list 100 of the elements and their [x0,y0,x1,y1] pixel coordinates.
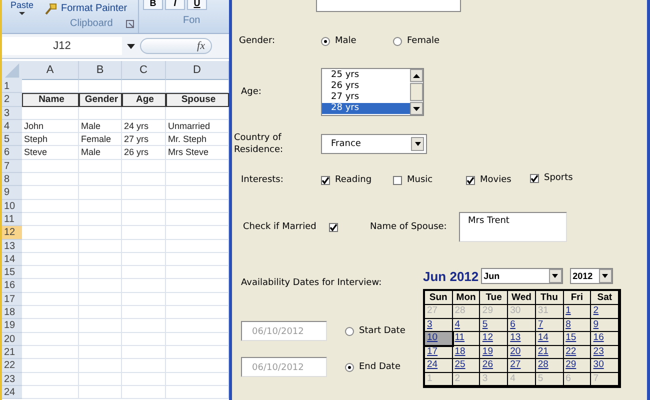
row-header[interactable]: 15 [2,266,22,280]
column-header[interactable]: C [122,61,166,80]
list-item[interactable]: 26 yrs [322,81,410,92]
paste-button[interactable]: Paste [10,0,34,11]
checkbox[interactable] [530,174,539,182]
calendar-day[interactable]: 8 [564,318,592,332]
scrollbar[interactable] [410,69,423,115]
table-cell: 26 yrs [122,146,166,160]
calendar-day[interactable]: 27 [508,359,536,372]
month-dropdown[interactable]: Jun [480,268,563,284]
caret-icon [601,273,610,279]
column-header[interactable]: A [22,61,79,80]
checkbox[interactable] [321,176,330,184]
row-header[interactable]: 4 [2,120,22,134]
radio-button[interactable] [321,36,330,46]
calendar-day[interactable]: 26 [480,359,508,372]
header-cell: Gender [79,93,122,107]
checkbox[interactable] [466,176,475,184]
text-field[interactable] [316,0,461,12]
calendar-day[interactable]: 19 [480,346,508,359]
calendar-day[interactable]: 13 [508,332,536,346]
calendar-day[interactable]: 1 [564,305,592,318]
calendar-day[interactable]: 21 [536,346,564,359]
year-dropdown[interactable]: 2012 [570,268,613,284]
table-cell: Mrs Steve [166,146,229,160]
table-cell: Male [79,120,122,134]
radio-label: End Date [359,362,400,372]
calendar-day[interactable]: 25 [452,359,480,372]
calendar-day[interactable]: 28 [536,359,564,372]
row-header[interactable]: 20 [2,332,22,346]
row-header[interactable]: 18 [2,306,22,320]
spouse-field[interactable]: Mrs Trent [459,212,567,242]
row-header[interactable]: 13 [2,240,22,253]
column-header[interactable]: B [79,61,122,80]
row-header[interactable]: 7 [2,160,22,174]
row-header[interactable]: 10 [2,200,22,213]
row-header[interactable]: 2 [2,93,22,107]
calendar-day[interactable]: 16 [591,332,619,346]
calendar-day[interactable]: 29 [564,359,592,372]
row-header[interactable]: 14 [2,252,22,266]
bold-button[interactable]: B [143,0,163,10]
calendar-day[interactable]: 24 [425,359,453,372]
calendar-day[interactable]: 9 [591,318,619,332]
calendar-day[interactable]: 20 [508,346,536,359]
dialog-launcher-icon [126,20,134,28]
calendar-day[interactable]: 5 [480,318,508,332]
name-box[interactable]: J12 [2,37,122,55]
row-header[interactable]: 11 [2,212,22,226]
function-button[interactable]: fx [140,38,212,54]
caret-icon [126,42,136,50]
row-header[interactable]: 17 [2,292,22,306]
list-item[interactable]: 28 yrs [322,103,410,114]
row-header[interactable]: 23 [2,372,22,386]
row-header[interactable]: 16 [2,279,22,293]
calendar-day[interactable]: 30 [591,359,619,372]
radio-label: Female [407,36,440,46]
column-header[interactable]: D [166,61,229,80]
row-header[interactable]: 22 [2,359,22,373]
row-header[interactable]: 24 [2,386,22,400]
row-header[interactable]: 19 [2,319,22,333]
group-label: Fon [183,15,202,27]
calendar-day[interactable]: 14 [536,332,564,346]
row-header[interactable]: 5 [2,133,22,146]
calendar-day[interactable]: 6 [508,318,536,332]
row-header[interactable]: 6 [2,146,22,160]
calendar-day[interactable]: 18 [452,346,480,359]
format-painter-button[interactable]: Format Painter [42,0,138,16]
checkbox[interactable] [393,176,402,184]
caret-icon [414,141,422,147]
checkmark-icon [530,174,539,182]
select-all-icon [2,61,22,80]
calendar-day[interactable]: 17 [425,346,453,359]
row-header[interactable]: 1 [2,80,22,94]
italic-button[interactable]: I [165,0,185,10]
age-list[interactable]: 25 yrs 26 yrs 27 yrs 28 yrs [321,68,424,116]
calendar-day[interactable]: 10 [425,332,453,346]
calendar-day[interactable]: 23 [591,346,619,359]
checkbox-label: Check if Married [243,222,318,232]
country-dropdown[interactable]: France [321,134,427,154]
row-header[interactable]: 12 [2,226,22,240]
field-label: Interests: [240,175,284,185]
underline-button[interactable]: U [187,0,207,10]
calendar-day[interactable]: 15 [564,332,592,346]
radio-button[interactable] [393,36,402,46]
row-header[interactable]: 21 [2,346,22,360]
table-cell: Unmarried [166,120,229,134]
calendar-day[interactable]: 11 [452,332,480,346]
checkbox[interactable] [329,222,338,232]
calendar-day[interactable]: 12 [480,332,508,346]
calendar-day[interactable]: 22 [564,346,592,359]
calendar-day[interactable]: 7 [536,318,564,332]
row-header[interactable]: 9 [2,186,22,200]
list-item[interactable]: 25 yrs [322,70,410,81]
row-header[interactable]: 3 [2,106,22,120]
list-item[interactable]: 27 yrs [322,92,410,103]
row-header[interactable]: 8 [2,173,22,186]
brush-icon [44,2,58,14]
calendar-day[interactable]: 2 [591,305,619,318]
header-cell: Spouse [166,93,229,107]
radio-label: Male [335,36,356,46]
